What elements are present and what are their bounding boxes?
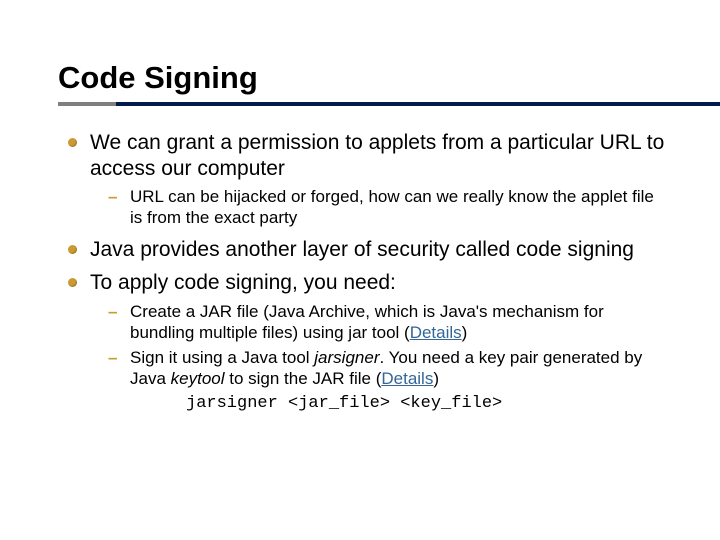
bullet-2-text: Java provides another layer of security …: [90, 238, 634, 261]
bullet-1-sub-1: URL can be hijacked or forged, how can w…: [100, 187, 670, 228]
bullet-3-sub-1-b: ): [462, 323, 468, 342]
bullet-2: Java provides another layer of security …: [64, 237, 670, 263]
bullet-1-text: We can grant a permission to applets fro…: [90, 131, 664, 180]
bullet-3-sub-1: Create a JAR file (Java Archive, which i…: [100, 302, 670, 343]
bullet-1-sublist: URL can be hijacked or forged, how can w…: [90, 187, 670, 228]
details-link-1[interactable]: Details: [410, 323, 462, 342]
bullet-1: We can grant a permission to applets fro…: [64, 130, 670, 229]
bullet-3-sub-2-c: to sign the JAR file (: [225, 369, 382, 388]
bullet-3-sub-2-d: ): [433, 369, 439, 388]
bullet-3-sub-1-a: Create a JAR file (Java Archive, which i…: [130, 302, 604, 342]
bullet-3-sub-2: Sign it using a Java tool jarsigner. You…: [100, 348, 670, 414]
bullet-3: To apply code signing, you need: Create …: [64, 270, 670, 414]
bullet-3-sub-2-a: Sign it using a Java tool: [130, 348, 314, 367]
code-line: jarsigner <jar_file> <key_file>: [186, 394, 670, 415]
slide-content: We can grant a permission to applets fro…: [58, 130, 670, 415]
slide-title: Code Signing: [58, 60, 670, 96]
bullet-list: We can grant a permission to applets fro…: [64, 130, 670, 415]
bullet-1-sub-1-text: URL can be hijacked or forged, how can w…: [130, 187, 654, 227]
bullet-3-sublist: Create a JAR file (Java Archive, which i…: [90, 302, 670, 415]
bullet-3-text: To apply code signing, you need:: [90, 271, 396, 294]
details-link-2[interactable]: Details: [381, 369, 433, 388]
keytool-italic: keytool: [171, 369, 225, 388]
jarsigner-italic: jarsigner: [314, 348, 379, 367]
title-underline: [58, 102, 720, 106]
slide: Code Signing We can grant a permission t…: [0, 0, 720, 540]
